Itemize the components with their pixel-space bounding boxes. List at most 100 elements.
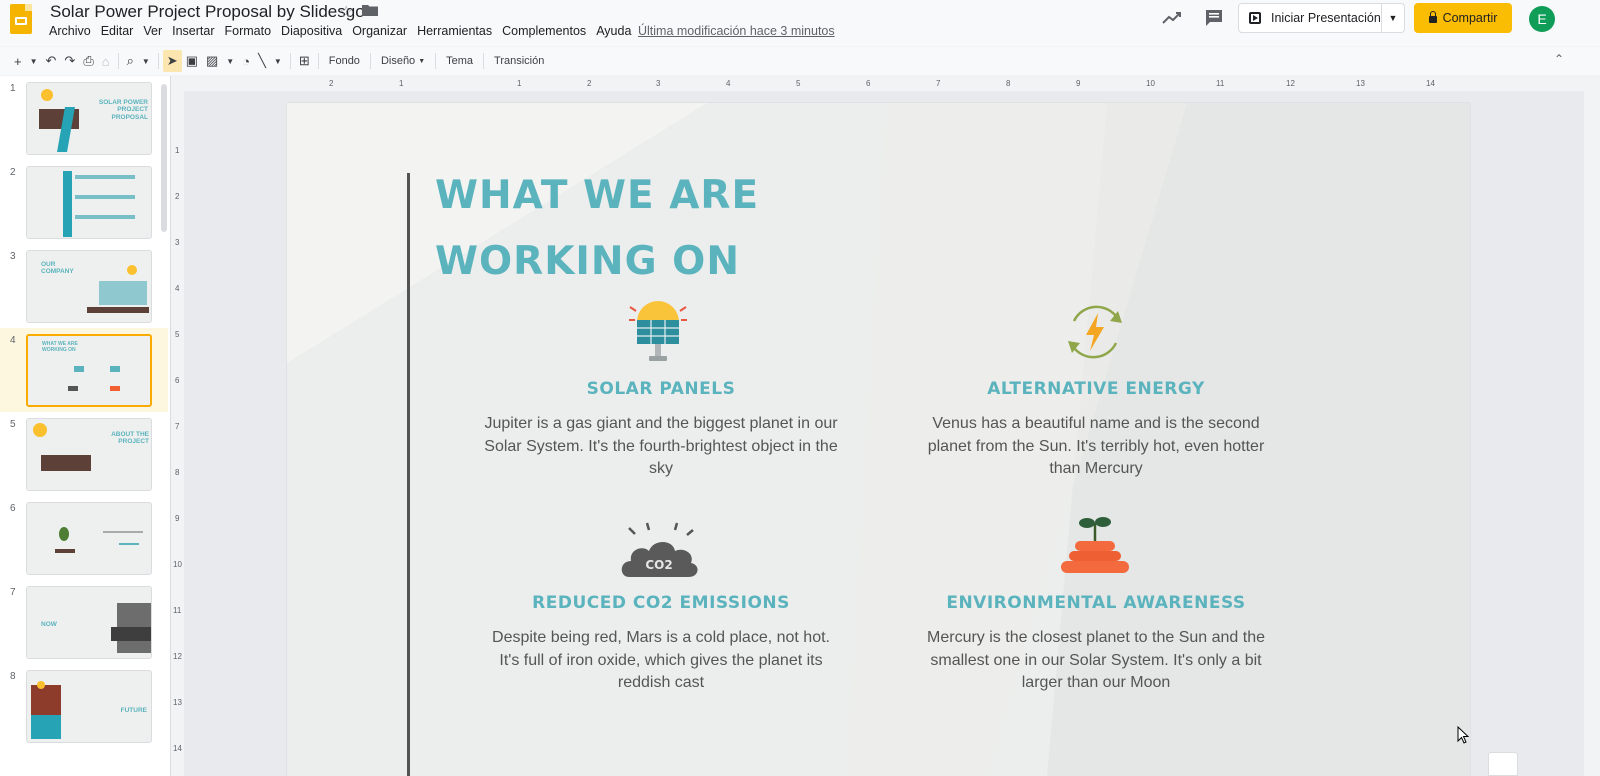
folder-icon[interactable] <box>362 3 378 16</box>
current-slide[interactable]: WHAT WE ARE WORKING ON SOLAR PANELS Jupi… <box>287 103 1470 776</box>
slide-thumbnail[interactable] <box>26 166 152 239</box>
star-icon[interactable]: ☆ <box>339 2 353 22</box>
image-icon[interactable]: ▨ <box>202 50 222 72</box>
menu-bar: Archivo Editar Ver Insertar Formato Diap… <box>44 24 636 38</box>
zoom-dropdown-icon[interactable]: ▼ <box>138 50 154 72</box>
menu-complementos[interactable]: Complementos <box>497 24 591 38</box>
slide-filmstrip[interactable]: 1 SOLAR POWER PROJECT PROPOSAL 2 3 OUR C… <box>0 76 171 776</box>
redo-icon[interactable]: ↷ <box>60 50 79 72</box>
last-edit-link[interactable]: Última modificación hace 3 minutos <box>638 24 835 38</box>
slide-thumbnail[interactable]: OUR COMPANY <box>26 250 152 323</box>
ruler-tick: 6 <box>175 376 180 385</box>
ruler-tick: 14 <box>173 744 182 753</box>
ruler-tick: 2 <box>175 192 180 201</box>
slides-logo-icon[interactable] <box>10 4 32 34</box>
slide-thumbnail[interactable] <box>26 502 152 575</box>
user-avatar[interactable]: E <box>1529 6 1555 32</box>
menu-archivo[interactable]: Archivo <box>44 24 96 38</box>
background-button[interactable]: Fondo <box>323 50 366 72</box>
feature-description[interactable]: Jupiter is a gas giant and the biggest p… <box>481 413 841 481</box>
ruler-tick: 14 <box>1426 79 1435 88</box>
slide-thumbnail[interactable]: ABOUT THE PROJECT <box>26 418 152 491</box>
filmstrip-slide-2[interactable]: 2 <box>0 160 168 244</box>
feature-heading[interactable]: ALTERNATIVE ENERGY <box>886 379 1306 399</box>
filmstrip-slide-5[interactable]: 5 ABOUT THE PROJECT <box>0 412 168 496</box>
new-slide-dropdown-icon[interactable]: ▼ <box>26 50 42 72</box>
shape-icon[interactable]: ◔ <box>238 50 254 72</box>
layout-button[interactable]: Diseño ▼ <box>375 50 431 72</box>
ruler-tick: 9 <box>175 514 180 523</box>
text-box-icon[interactable]: ▣ <box>182 50 202 72</box>
select-cursor-icon[interactable]: ➤ <box>162 50 182 72</box>
menu-diapositiva[interactable]: Diapositiva <box>276 24 347 38</box>
line-icon[interactable]: ╲ <box>254 50 270 72</box>
menu-organizar[interactable]: Organizar <box>347 24 412 38</box>
horizontal-ruler[interactable]: 2 1 1 2 3 4 5 6 7 8 9 10 11 12 13 14 <box>184 78 1470 91</box>
image-dropdown-icon[interactable]: ▼ <box>222 50 238 72</box>
feature-heading[interactable]: ENVIRONMENTAL AWARENESS <box>886 593 1306 613</box>
slide-title[interactable]: WHAT WE ARE WORKING ON <box>435 163 855 295</box>
transition-button[interactable]: Transición <box>488 50 550 72</box>
filmstrip-slide-4[interactable]: 4 WHAT WE ARE WORKING ON <box>0 328 168 412</box>
slide-number: 3 <box>10 251 16 262</box>
thumbnail-heading: WHAT WE ARE WORKING ON <box>42 341 78 353</box>
solar-panel-icon[interactable] <box>627 296 689 364</box>
slide-title-line: WORKING ON <box>435 239 740 284</box>
slide-thumbnail[interactable]: WHAT WE ARE WORKING ON <box>26 334 152 407</box>
slide-number: 6 <box>10 503 16 514</box>
feature-heading[interactable]: REDUCED CO2 EMISSIONS <box>451 593 871 613</box>
theme-button[interactable]: Tema <box>440 50 479 72</box>
filmstrip-slide-6[interactable]: 6 <box>0 496 168 580</box>
filmstrip-scrollbar[interactable] <box>161 84 167 232</box>
thumbnail-heading: NOW <box>41 621 57 628</box>
add-comment-icon[interactable]: ⊞ <box>295 50 314 72</box>
ruler-tick: 2 <box>587 79 592 88</box>
feature-description[interactable]: Despite being red, Mars is a cold place,… <box>481 627 841 695</box>
slide-thumbnail[interactable]: NOW <box>26 586 152 659</box>
paint-format-icon[interactable]: ⌂ <box>98 50 114 72</box>
slide-number: 1 <box>10 83 16 94</box>
filmstrip-slide-3[interactable]: 3 OUR COMPANY <box>0 244 168 328</box>
menu-herramientas[interactable]: Herramientas <box>412 24 497 38</box>
canvas-scrollbar[interactable] <box>1584 91 1600 776</box>
menu-ayuda[interactable]: Ayuda <box>591 24 636 38</box>
co2-cloud-icon[interactable]: CO2 <box>617 521 701 579</box>
vertical-ruler[interactable]: 1 2 3 4 5 6 7 8 9 10 11 12 13 14 <box>173 102 184 776</box>
sprouting-plant-icon[interactable] <box>1057 515 1133 581</box>
activity-trend-icon[interactable] <box>1161 8 1183 28</box>
menu-ver[interactable]: Ver <box>138 24 167 38</box>
menu-insertar[interactable]: Insertar <box>167 24 219 38</box>
present-button[interactable]: Iniciar Presentación ▼ <box>1238 3 1405 33</box>
feature-heading[interactable]: SOLAR PANELS <box>451 379 871 399</box>
zoom-icon[interactable]: ⌕ <box>123 50 138 72</box>
menu-editar[interactable]: Editar <box>96 24 139 38</box>
ruler-tick: 1 <box>517 79 522 88</box>
explore-button[interactable] <box>1488 752 1518 776</box>
present-dropdown-button[interactable]: ▼ <box>1381 4 1404 32</box>
mouse-pointer-icon <box>1457 726 1469 744</box>
renewable-energy-icon[interactable] <box>1060 297 1130 367</box>
filmstrip-slide-8[interactable]: 8 FUTURE <box>0 664 168 748</box>
new-slide-icon[interactable]: + <box>10 50 26 72</box>
co2-label: CO2 <box>645 558 672 572</box>
line-dropdown-icon[interactable]: ▼ <box>270 50 286 72</box>
collapse-menus-icon[interactable]: ⌃ <box>1554 52 1564 66</box>
comment-icon[interactable] <box>1203 8 1225 28</box>
toolbar: + ▼ ↶ ↷ ⎙ ⌂ ⌕ ▼ ➤ ▣ ▨ ▼ ◔ ╲ ▼ ⊞ Fondo Di… <box>0 47 1600 75</box>
slide-number: 5 <box>10 419 16 430</box>
filmstrip-slide-7[interactable]: 7 NOW <box>0 580 168 664</box>
feature-description[interactable]: Venus has a beautiful name and is the se… <box>916 413 1276 481</box>
ruler-tick: 10 <box>1146 79 1155 88</box>
slide-divider-line <box>407 173 410 776</box>
menu-formato[interactable]: Formato <box>220 24 277 38</box>
print-icon[interactable]: ⎙ <box>79 50 97 72</box>
share-button[interactable]: Compartir <box>1414 3 1512 33</box>
ruler-tick: 12 <box>1286 79 1295 88</box>
feature-description[interactable]: Mercury is the closest planet to the Sun… <box>916 627 1276 695</box>
lock-icon <box>1428 10 1437 23</box>
undo-icon[interactable]: ↶ <box>42 50 61 72</box>
slide-thumbnail[interactable]: SOLAR POWER PROJECT PROPOSAL <box>26 82 152 155</box>
filmstrip-slide-1[interactable]: 1 SOLAR POWER PROJECT PROPOSAL <box>0 76 168 160</box>
document-title[interactable]: Solar Power Project Proposal by Slidesgo <box>50 2 365 22</box>
slide-thumbnail[interactable]: FUTURE <box>26 670 152 743</box>
